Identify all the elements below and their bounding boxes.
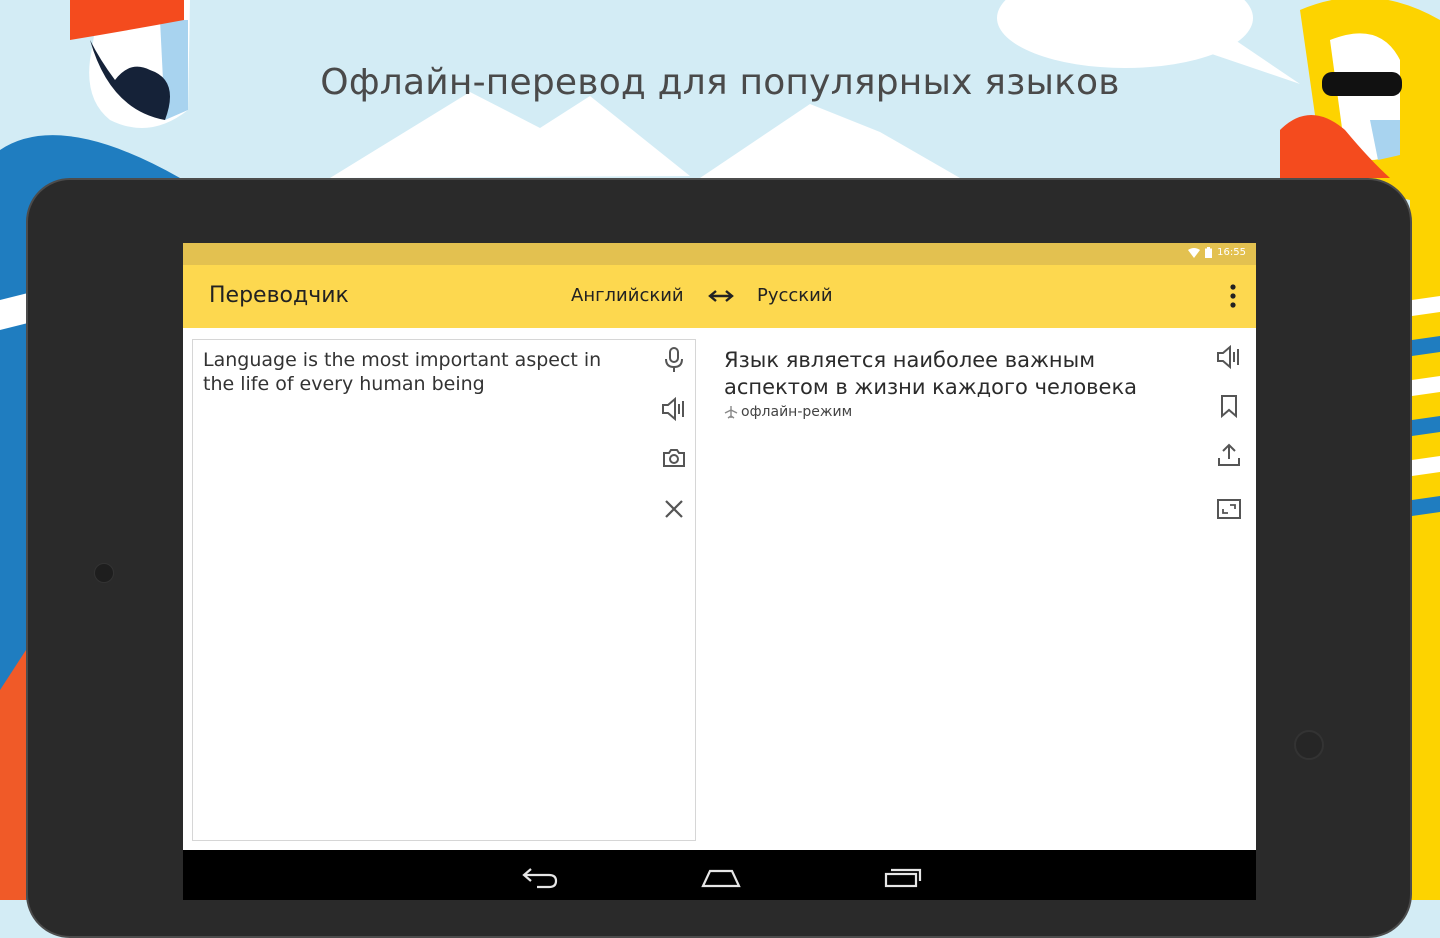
- camera-icon: [663, 449, 685, 467]
- tablet-sensor: [1294, 730, 1324, 760]
- translation-text: Язык является наиболее важным аспектом в…: [724, 348, 1138, 399]
- navigation-bar: [183, 850, 1256, 900]
- source-language-selector[interactable]: Английский: [571, 285, 684, 306]
- battery-icon: [1205, 247, 1213, 258]
- home-icon: [701, 869, 741, 888]
- offline-mode-indicator: офлайн-режим: [724, 404, 1204, 420]
- fullscreen-button[interactable]: [1211, 491, 1247, 527]
- share-button[interactable]: [1211, 437, 1247, 473]
- status-bar: 16:55: [183, 243, 1256, 265]
- fullscreen-icon: [1217, 499, 1241, 519]
- speaker-icon: [1217, 344, 1239, 370]
- offline-mode-label: офлайн-режим: [741, 404, 853, 420]
- close-icon: [665, 500, 683, 518]
- recents-icon: [884, 868, 922, 888]
- app-title: Переводчик: [209, 283, 349, 308]
- translation-panel: Язык является наиболее важным аспектом в…: [724, 347, 1204, 420]
- more-options-icon[interactable]: [1223, 281, 1243, 311]
- status-time: 16:55: [1217, 247, 1246, 258]
- wifi-icon: [1188, 247, 1201, 258]
- promo-headline: Офлайн-перевод для популярных языков: [320, 62, 1120, 103]
- speaker-icon: [662, 396, 684, 422]
- source-text-panel[interactable]: Language is the most important aspect in…: [192, 339, 696, 841]
- target-language-selector[interactable]: Русский: [757, 285, 833, 306]
- app-screen: 16:55 Переводчик Английский Русский Lang…: [183, 243, 1256, 900]
- recents-button[interactable]: [879, 860, 927, 894]
- tablet-camera: [94, 563, 114, 583]
- status-indicators: 16:55: [1188, 247, 1246, 258]
- microphone-icon: [665, 347, 683, 372]
- share-icon: [1218, 443, 1240, 466]
- microphone-button[interactable]: [656, 342, 692, 378]
- swap-languages-icon[interactable]: [706, 281, 736, 311]
- home-button[interactable]: [697, 860, 745, 894]
- clear-button[interactable]: [656, 491, 692, 527]
- translation-speak-button[interactable]: [1211, 339, 1247, 375]
- source-text-input[interactable]: Language is the most important aspect in…: [203, 348, 633, 396]
- back-icon: [522, 868, 558, 889]
- app-bar: Переводчик Английский Русский: [183, 265, 1256, 328]
- bookmark-button[interactable]: [1211, 388, 1247, 424]
- back-button[interactable]: [515, 860, 563, 894]
- bookmark-icon: [1221, 395, 1237, 419]
- camera-button[interactable]: [656, 440, 692, 476]
- airplane-icon: [724, 406, 738, 419]
- source-speak-button[interactable]: [656, 391, 692, 427]
